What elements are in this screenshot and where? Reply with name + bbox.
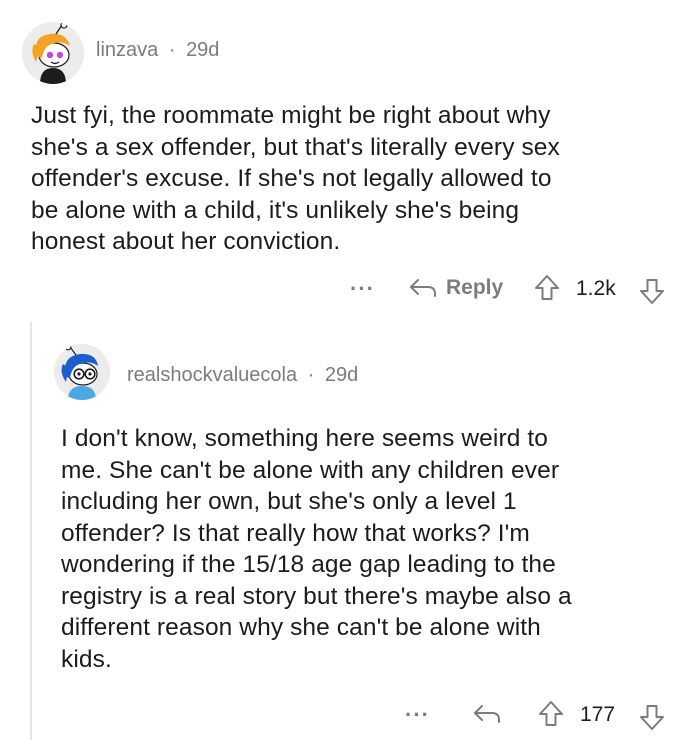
reply-arrow-icon [474,705,500,723]
upvote-arrow-icon [539,701,563,726]
snoo-avatar-blue-hair-glasses-icon [54,344,110,400]
comment-line: registry is a real story but there's may… [61,582,572,610]
snoo-avatar-orange-hair-icon [22,22,84,84]
comment-body: I don't know, something here seems weird… [61,423,691,675]
downvote-button[interactable] [639,703,665,731]
username[interactable]: realshockvaluecola [127,364,297,386]
comment-line: Just fyi, the roommate might be right ab… [31,102,551,129]
upvote-button[interactable] [538,700,564,728]
downvote-arrow-icon [640,705,664,730]
comment-line: she's a sex offender, but that's literal… [31,133,560,161]
reply-arrow-icon [410,279,436,297]
user-avatar[interactable] [22,22,84,84]
comment-meta: linzava · 29d [96,39,219,62]
downvote-button[interactable] [639,277,665,305]
meta-separator: · [307,364,315,386]
reply-label: Reply [446,276,504,299]
comment-line: different reason why she can't be alone … [61,614,541,641]
vote-count: 177 [580,703,616,726]
username[interactable]: linzava [96,39,158,61]
more-options-button[interactable]: ··· [350,276,375,302]
thread-line[interactable] [30,322,32,740]
comment-line: kids. [61,645,112,673]
comment-age: 29d [324,364,359,386]
meta-separator: · [168,39,176,61]
comment-line: be alone with a child, it's unlikely she… [31,196,520,224]
comment-line: including her own, but she's only a leve… [61,488,517,515]
comment-meta: realshockvaluecola · 29d [127,364,358,387]
vote-count: 1.2k [576,277,616,300]
downvote-arrow-icon [640,279,664,304]
user-avatar[interactable] [54,344,110,400]
comment-line: wondering if the 15/18 age gap leading t… [61,551,556,578]
comment-line: me. She can't be alone with any children… [61,456,560,484]
reply-button[interactable] [472,702,502,726]
reply-button[interactable]: Reply [408,276,503,300]
comment-line: honest about her conviction. [31,228,341,255]
comment-line: offender? Is that really how that works?… [61,519,530,547]
comment-line: I don't know, something here seems weird… [61,425,548,452]
more-options-button[interactable]: ··· [405,702,430,728]
comment-body: Just fyi, the roommate might be right ab… [31,100,681,258]
upvote-button[interactable] [534,274,560,302]
comment-line: offender's excuse. If she's not legally … [31,165,552,192]
comment-age: 29d [186,39,220,61]
upvote-arrow-icon [535,275,559,300]
